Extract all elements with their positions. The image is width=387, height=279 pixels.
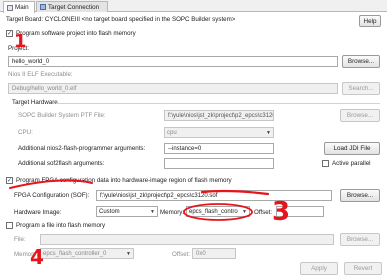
program-file-label: Program a file into flash memory: [16, 222, 106, 229]
tab-target-connection[interactable]: Target Connection: [36, 1, 108, 12]
memory-value: epcs_flash_contro: [189, 208, 238, 215]
elf-label: Nios II ELF Executable:: [8, 71, 73, 78]
file-memory-label: Memory:: [14, 251, 39, 258]
file-browse-button[interactable]: Browse...: [340, 233, 380, 246]
project-browse-button[interactable]: Browse...: [342, 55, 380, 68]
flash-programmer-args-input[interactable]: --instance=0: [164, 143, 274, 154]
tab-target-connection-label: Target Connection: [48, 3, 100, 11]
sof-label: FPGA Configuration (SOF):: [14, 192, 90, 199]
cpu-label: CPU:: [18, 129, 33, 136]
target-hardware-divider: [56, 103, 380, 104]
file-memory-value: epcs_flash_controller_0: [43, 250, 107, 257]
apply-button[interactable]: Apply: [300, 262, 338, 275]
cpu-select[interactable]: cpu ▼: [164, 127, 274, 138]
hardware-image-label: Hardware Image:: [14, 209, 62, 216]
target-hardware-title: Target Hardware: [12, 99, 58, 106]
project-input[interactable]: hello_world_0: [8, 56, 338, 67]
elf-search-button[interactable]: Search...: [342, 82, 380, 95]
sof-input[interactable]: f:\yule\nios\jst_zk\project\p2_epcs\c312…: [96, 190, 332, 201]
project-label: Project:: [8, 45, 29, 52]
sof2flash-args-input[interactable]: [164, 158, 274, 169]
hardware-image-dropdown-arrow-icon: ▼: [150, 208, 155, 215]
sof2flash-args-label: Additional sof2flash arguments:: [18, 160, 105, 167]
program-fpga-checkbox[interactable]: ✓: [6, 177, 13, 184]
program-software-checkbox[interactable]: ✓: [6, 30, 13, 37]
memory-label: Memory:: [160, 209, 185, 216]
tab-main[interactable]: Main: [3, 1, 35, 13]
program-software-label: Program software project into flash memo…: [16, 30, 136, 37]
hardware-image-select[interactable]: Custom ▼: [96, 206, 158, 217]
flash-programmer-args-label: Additional nios2-flash-programmer argume…: [18, 145, 146, 152]
main-tab-icon: [7, 4, 13, 11]
file-offset-input[interactable]: 0x0: [192, 248, 236, 259]
program-fpga-label: Program FPGA configuration data into har…: [16, 177, 232, 184]
file-memory-select[interactable]: epcs_flash_controller_0 ▼: [40, 248, 134, 259]
offset-input[interactable]: [276, 206, 324, 217]
file-offset-label: Offset:: [172, 251, 191, 258]
sof-browse-button[interactable]: Browse...: [340, 189, 380, 202]
file-memory-dropdown-arrow-icon: ▼: [126, 250, 131, 257]
help-button[interactable]: Help: [359, 15, 381, 27]
ptf-browse-button[interactable]: Browse...: [340, 109, 380, 122]
active-parallel-label: Active parallel: [332, 160, 371, 167]
ptf-input[interactable]: f:\yule\nios\jst_zk\project\p2_epcs\c312…: [164, 110, 274, 121]
offset-label: Offset:: [254, 209, 273, 216]
elf-input[interactable]: Debug/hello_world_0.elf: [8, 83, 338, 94]
file-label: File:: [14, 236, 26, 243]
file-input[interactable]: [40, 234, 334, 245]
target-board-text: Target Board: CYCLONEIII <no target boar…: [6, 16, 236, 23]
program-file-checkbox[interactable]: [6, 222, 13, 229]
cpu-dropdown-arrow-icon: ▼: [266, 129, 271, 136]
load-jdi-file-button[interactable]: Load JDI File: [324, 142, 380, 155]
ptf-label: SOPC Builder System PTF File:: [18, 112, 106, 119]
revert-button[interactable]: Revert: [344, 262, 382, 275]
active-parallel-checkbox[interactable]: [322, 160, 329, 167]
tab-main-label: Main: [15, 4, 29, 11]
target-connection-icon: [40, 4, 46, 10]
cpu-select-value: cpu: [167, 129, 177, 136]
hardware-image-value: Custom: [99, 208, 120, 215]
memory-select[interactable]: epcs_flash_contro ▼: [186, 206, 250, 217]
memory-dropdown-arrow-icon: ▼: [242, 208, 247, 215]
